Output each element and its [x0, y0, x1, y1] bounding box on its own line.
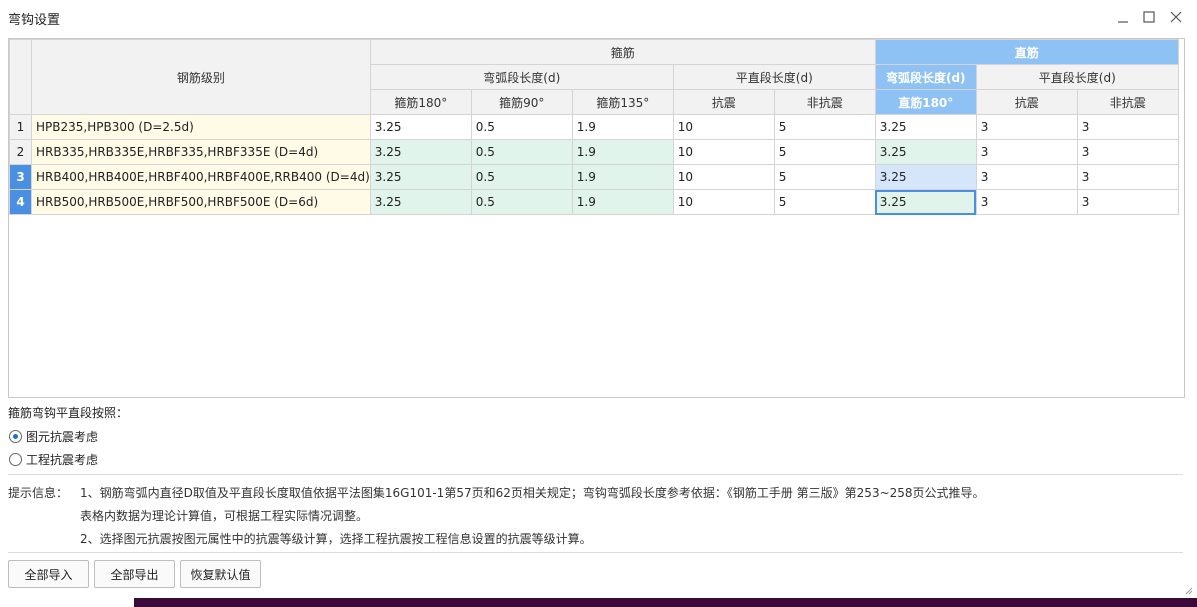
maximize-button[interactable]: [1140, 8, 1158, 26]
grade-cell: HRB400,HRB400E,HRBF400,HRBF400E,RRB400 (…: [31, 164, 371, 190]
maximize-icon: [1143, 11, 1155, 23]
radio-project-seismic-label[interactable]: 工程抗震考虑: [26, 451, 98, 468]
corner-header: [9, 39, 32, 115]
value-cell-focused[interactable]: 3.25: [874, 189, 977, 215]
header-straight-arc-length: 弯弧段长度(d): [874, 64, 977, 90]
hook-settings-grid: 钢筋级别 箍筋 直筋 弯弧段长度(d) 平直段长度(d) 弯弧段长度(d) 平直…: [8, 38, 1185, 398]
resize-grip-icon[interactable]: [1184, 586, 1193, 595]
value-cell[interactable]: 1.9: [571, 164, 674, 190]
radio-checked-icon[interactable]: [9, 430, 22, 443]
import-all-button[interactable]: 全部导入: [8, 560, 89, 588]
minimize-button[interactable]: [1114, 8, 1132, 26]
header-stirrup90: 箍筋90°: [470, 89, 573, 115]
value-cell[interactable]: 0.5: [470, 139, 573, 165]
title-bar: 弯钩设置: [0, 0, 1197, 34]
value-cell[interactable]: 0.5: [470, 189, 573, 215]
radio-unchecked-icon[interactable]: [9, 453, 22, 466]
value-cell[interactable]: 1.9: [571, 139, 674, 165]
row-number[interactable]: 4: [9, 189, 32, 215]
window-title: 弯钩设置: [8, 13, 61, 28]
value-cell[interactable]: 10: [672, 114, 775, 140]
value-cell[interactable]: 5: [773, 189, 876, 215]
radio-element-seismic-label[interactable]: 图元抗震考虑: [26, 428, 98, 445]
value-cell[interactable]: 3: [1076, 189, 1179, 215]
background-canvas-strip: [0, 598, 1197, 607]
tips-line-1: 1、钢筋弯弧内直径D取值及平直段长度取值依据平法图集16G101-1第57页和6…: [80, 486, 985, 500]
header-stirrup180: 箍筋180°: [369, 89, 472, 115]
value-cell[interactable]: 1.9: [571, 189, 674, 215]
value-cell[interactable]: 3.25: [874, 139, 977, 165]
value-cell[interactable]: 3: [1076, 114, 1179, 140]
divider: [8, 474, 1183, 475]
value-cell[interactable]: 3: [975, 164, 1078, 190]
value-cell[interactable]: 0.5: [470, 164, 573, 190]
header-flat-length: 平直段长度(d): [672, 64, 876, 90]
value-cell[interactable]: 3.25: [874, 114, 977, 140]
value-cell[interactable]: 5: [773, 164, 876, 190]
close-icon: [1170, 11, 1182, 23]
header-straight180: 直筋180°: [874, 89, 977, 115]
header-stirrup: 箍筋: [369, 39, 876, 65]
background-white-strip: [0, 598, 134, 607]
hook-table: 钢筋级别 箍筋 直筋 弯弧段长度(d) 平直段长度(d) 弯弧段长度(d) 平直…: [9, 39, 1179, 215]
value-cell[interactable]: 5: [773, 114, 876, 140]
value-cell[interactable]: 1.9: [571, 114, 674, 140]
grade-cell: HRB335,HRB335E,HRBF335,HRBF335E (D=4d): [31, 139, 371, 165]
value-cell[interactable]: 10: [672, 164, 775, 190]
value-cell[interactable]: 3.25: [369, 139, 472, 165]
grade-cell: HPB235,HPB300 (D=2.5d): [31, 114, 371, 140]
header-straight: 直筋: [874, 39, 1179, 65]
value-cell[interactable]: 0.5: [470, 114, 573, 140]
minimize-icon: [1118, 21, 1128, 23]
table-row[interactable]: 4 HRB500,HRB500E,HRBF500,HRBF500E (D=6d)…: [9, 189, 1179, 215]
header-straight-seismic: 抗震: [975, 89, 1078, 115]
tips-line-3: 2、选择图元抗震按图元属性中的抗震等级计算，选择工程抗震按工程信息设置的抗震等级…: [80, 532, 592, 546]
table-row[interactable]: 2 HRB335,HRB335E,HRBF335,HRBF335E (D=4d)…: [9, 139, 1179, 165]
restore-default-button[interactable]: 恢复默认值: [180, 560, 261, 588]
value-cell[interactable]: 3.25: [874, 164, 977, 190]
value-cell[interactable]: 3: [975, 139, 1078, 165]
grade-cell: HRB500,HRB500E,HRBF500,HRBF500E (D=6d): [31, 189, 371, 215]
value-cell[interactable]: 3: [1076, 164, 1179, 190]
header-nonseismic: 非抗震: [773, 89, 876, 115]
divider: [8, 552, 1183, 553]
value-cell[interactable]: 10: [672, 189, 775, 215]
radio-project-seismic[interactable]: 工程抗震考虑: [9, 451, 98, 468]
value-cell[interactable]: 3.25: [369, 114, 472, 140]
row-number[interactable]: 3: [9, 164, 32, 190]
header-arc-length: 弯弧段长度(d): [369, 64, 674, 90]
value-cell[interactable]: 5: [773, 139, 876, 165]
value-cell[interactable]: 3: [975, 114, 1078, 140]
radio-element-seismic[interactable]: 图元抗震考虑: [9, 428, 98, 445]
value-cell[interactable]: 3: [975, 189, 1078, 215]
row-number[interactable]: 2: [9, 139, 32, 165]
header-grade: 钢筋级别: [31, 39, 371, 115]
tips-line-2: 表格内数据为理论计算值，可根据工程实际情况调整。: [80, 509, 369, 523]
header-seismic: 抗震: [672, 89, 775, 115]
close-button[interactable]: [1167, 8, 1185, 26]
header-straight-nonseismic: 非抗震: [1076, 89, 1179, 115]
value-cell[interactable]: 3.25: [369, 189, 472, 215]
header-stirrup135: 箍筋135°: [571, 89, 674, 115]
tips-label: 提示信息：: [8, 486, 69, 500]
table-row[interactable]: 3 HRB400,HRB400E,HRBF400,HRBF400E,RRB400…: [9, 164, 1179, 190]
value-cell[interactable]: 3: [1076, 139, 1179, 165]
header-straight-flat-length: 平直段长度(d): [975, 64, 1179, 90]
value-cell[interactable]: 3.25: [369, 164, 472, 190]
stirrup-hook-option-label: 箍筋弯钩平直段按照：: [8, 406, 129, 420]
row-number[interactable]: 1: [9, 114, 32, 140]
export-all-button[interactable]: 全部导出: [94, 560, 175, 588]
value-cell[interactable]: 10: [672, 139, 775, 165]
table-row[interactable]: 1 HPB235,HPB300 (D=2.5d) 3.25 0.5 1.9 10…: [9, 114, 1179, 140]
